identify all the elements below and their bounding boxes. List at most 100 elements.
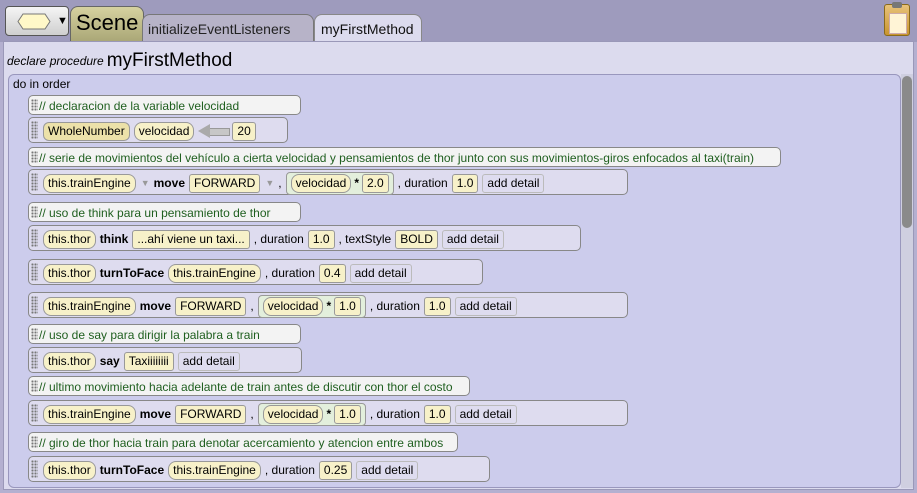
text-style-value[interactable]: BOLD	[395, 229, 438, 249]
drag-handle[interactable]	[31, 328, 38, 340]
drag-handle[interactable]	[31, 263, 38, 281]
turn-to-face-statement[interactable]: this.thor turnToFace this.trainEngine, dur…	[28, 259, 483, 285]
duration-value[interactable]: 0.25	[318, 460, 353, 480]
comment-text[interactable]: // serie de movimientos del vehículo a c…	[39, 151, 754, 165]
direction-value[interactable]: FORWARD	[189, 173, 261, 193]
direction-value[interactable]: FORWARD	[175, 296, 247, 316]
tab-label: initializeEventListeners	[148, 21, 291, 37]
text-value[interactable]: Taxiiiiiiii	[123, 351, 174, 371]
clipboard-icon[interactable]	[884, 2, 910, 36]
drag-handle[interactable]	[31, 436, 38, 448]
object-target[interactable]: this.thor	[43, 351, 96, 371]
operator: *	[326, 299, 332, 313]
add-detail-button[interactable]: add detail	[356, 460, 419, 480]
multiply-expression[interactable]: velocidad * 2.0	[285, 171, 394, 195]
tab-scene[interactable]: Scene	[70, 6, 144, 42]
comment-text[interactable]: // giro de thor hacia train para denotar…	[39, 436, 443, 450]
drag-handle[interactable]	[31, 121, 38, 139]
drag-handle[interactable]	[31, 296, 38, 314]
add-detail-button[interactable]: add detail	[349, 263, 412, 283]
turn-to-face-statement[interactable]: this.thor turnToFace this.trainEngine, dur…	[28, 456, 490, 482]
target-value[interactable]: this.trainEngine	[168, 263, 261, 283]
target-value[interactable]: this.trainEngine	[168, 460, 261, 480]
text-style-label: , textStyle	[338, 232, 392, 246]
drag-handle[interactable]	[31, 351, 38, 369]
method-name: say	[99, 354, 120, 368]
add-detail-button[interactable]: add detail	[454, 404, 517, 424]
type-label[interactable]: WholeNumber	[43, 121, 130, 141]
comment-statement[interactable]: // serie de movimientos del vehículo a c…	[28, 147, 781, 167]
variable-name[interactable]: velocidad	[290, 173, 352, 193]
move-statement[interactable]: this.trainEngine move FORWARD, velocidad * 1.…	[28, 400, 628, 426]
method-name: move	[139, 407, 172, 421]
comment-statement[interactable]: // uso de think para un pensamiento de t…	[28, 202, 301, 222]
drag-handle[interactable]	[31, 173, 38, 191]
number-value[interactable]: 2.0	[361, 173, 389, 193]
comment-text[interactable]: // ultimo movimiento hacia adelante de t…	[39, 380, 453, 394]
scrollbar-thumb[interactable]	[902, 76, 912, 228]
method-name: move	[139, 299, 172, 313]
add-detail-button[interactable]: add detail	[441, 229, 504, 249]
comment-statement[interactable]: // declaracion de la variable velocidad	[28, 95, 301, 115]
say-statement[interactable]: this.thor say Taxiiiiiiii add detail	[28, 347, 302, 373]
comment-text[interactable]: // declaracion de la variable velocidad	[39, 99, 239, 113]
add-detail-button[interactable]: add detail	[454, 296, 517, 316]
object-target[interactable]: this.trainEngine	[43, 173, 136, 193]
drag-handle[interactable]	[31, 229, 38, 247]
comment-statement[interactable]: // uso de say para dirigir la palabra a …	[28, 324, 301, 344]
object-target[interactable]: this.thor	[43, 229, 96, 249]
duration-value[interactable]: 1.0	[423, 296, 451, 316]
variable-declaration-statement[interactable]: WholeNumber velocidad 20	[28, 117, 288, 143]
add-detail-button[interactable]: add detail	[482, 173, 545, 193]
drag-handle[interactable]	[31, 151, 38, 163]
duration-value[interactable]: 1.0	[307, 229, 335, 249]
method-name: move	[153, 176, 185, 190]
object-target[interactable]: this.thor	[43, 263, 96, 283]
method-name: turnToFace	[99, 266, 165, 280]
comment-statement[interactable]: // ultimo movimiento hacia adelante de t…	[28, 376, 470, 396]
comment-text[interactable]: // uso de say para dirigir la palabra a …	[39, 328, 260, 342]
number-value[interactable]: 20	[232, 121, 256, 141]
number-value[interactable]: 1.0	[334, 404, 361, 424]
multiply-expression[interactable]: velocidad * 1.0	[257, 294, 366, 318]
variable-name[interactable]: velocidad	[133, 121, 195, 141]
vertical-scrollbar[interactable]	[901, 74, 913, 488]
object-target[interactable]: this.trainEngine	[43, 296, 136, 316]
duration-label: , duration	[264, 463, 315, 477]
drag-handle[interactable]	[31, 380, 38, 392]
method-name: turnToFace	[99, 463, 165, 477]
left-arrow-icon	[198, 124, 231, 138]
duration-label: , duration	[369, 299, 420, 313]
multiply-expression[interactable]: velocidad * 1.0	[257, 402, 366, 426]
do-in-order-block[interactable]: do in order // declaracion de la variabl…	[8, 74, 901, 488]
add-detail-button[interactable]: add detail	[177, 351, 240, 371]
duration-value[interactable]: 0.4	[318, 263, 346, 283]
think-statement[interactable]: this.thor think ...ahí viene un taxi..., d…	[28, 225, 581, 251]
move-statement[interactable]: this.trainEngine move FORWARD, velocidad * 1.…	[28, 292, 628, 318]
direction-value[interactable]: FORWARD	[175, 404, 247, 424]
text-value[interactable]: ...ahí viene un taxi...	[132, 229, 250, 249]
duration-label: , duration	[369, 407, 420, 421]
operator: *	[354, 176, 359, 190]
drag-handle[interactable]	[31, 404, 38, 422]
object-target[interactable]: this.thor	[43, 460, 96, 480]
chevron-down-icon[interactable]: ▼	[265, 178, 274, 188]
number-value[interactable]: 1.0	[334, 296, 361, 316]
drag-handle[interactable]	[31, 99, 38, 111]
tab-my-first-method[interactable]: myFirstMethod	[314, 14, 422, 42]
variable-name[interactable]: velocidad	[262, 404, 324, 424]
chevron-down-icon[interactable]: ▼	[141, 178, 150, 188]
type-menu-button[interactable]: ▼	[5, 6, 69, 36]
object-target[interactable]: this.trainEngine	[43, 404, 136, 424]
tab-initialize-event-listeners[interactable]: initializeEventListeners	[142, 14, 314, 42]
duration-value[interactable]: 1.0	[423, 404, 451, 424]
variable-name[interactable]: velocidad	[262, 296, 324, 316]
comment-statement[interactable]: // giro de thor hacia train para denotar…	[28, 432, 458, 452]
comment-text[interactable]: // uso de think para un pensamiento de t…	[39, 206, 271, 220]
drag-handle[interactable]	[31, 206, 38, 218]
procedure-name[interactable]: myFirstMethod	[107, 50, 233, 71]
move-statement[interactable]: this.trainEngine ▼ move FORWARD ▼, velocidad *…	[28, 169, 628, 195]
duration-value[interactable]: 1.0	[451, 173, 479, 193]
duration-label: , duration	[264, 266, 315, 280]
drag-handle[interactable]	[31, 460, 38, 478]
